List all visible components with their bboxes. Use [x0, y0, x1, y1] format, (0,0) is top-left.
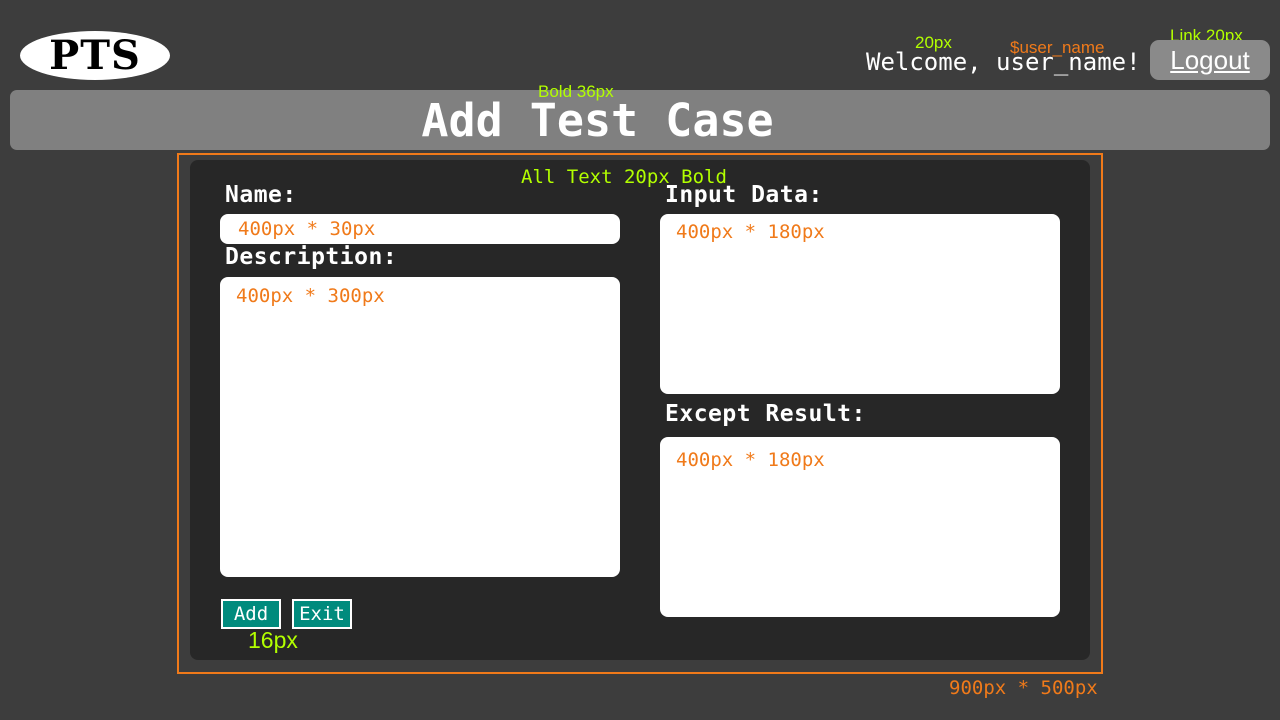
- button-size-note: 16px: [248, 627, 298, 653]
- exit-button[interactable]: Exit: [292, 599, 352, 629]
- name-input[interactable]: [220, 214, 620, 244]
- expect-result-label: Except Result:: [665, 401, 866, 427]
- welcome-text: Welcome, user_name!: [866, 48, 1141, 76]
- description-label: Description:: [225, 244, 398, 270]
- description-textarea[interactable]: [220, 277, 620, 577]
- title-note: Bold 36px: [538, 82, 614, 101]
- name-label: Name:: [225, 182, 297, 208]
- expect-result-textarea[interactable]: [660, 437, 1060, 617]
- add-button[interactable]: Add: [221, 599, 281, 629]
- logo-text: PTS: [49, 31, 141, 79]
- input-data-textarea[interactable]: [660, 214, 1060, 394]
- pts-logo: PTS: [20, 31, 170, 80]
- logout-link[interactable]: Logout: [1150, 40, 1270, 80]
- input-data-label: Input Data:: [665, 182, 823, 208]
- panel-size-note: 900px * 500px: [949, 677, 1098, 699]
